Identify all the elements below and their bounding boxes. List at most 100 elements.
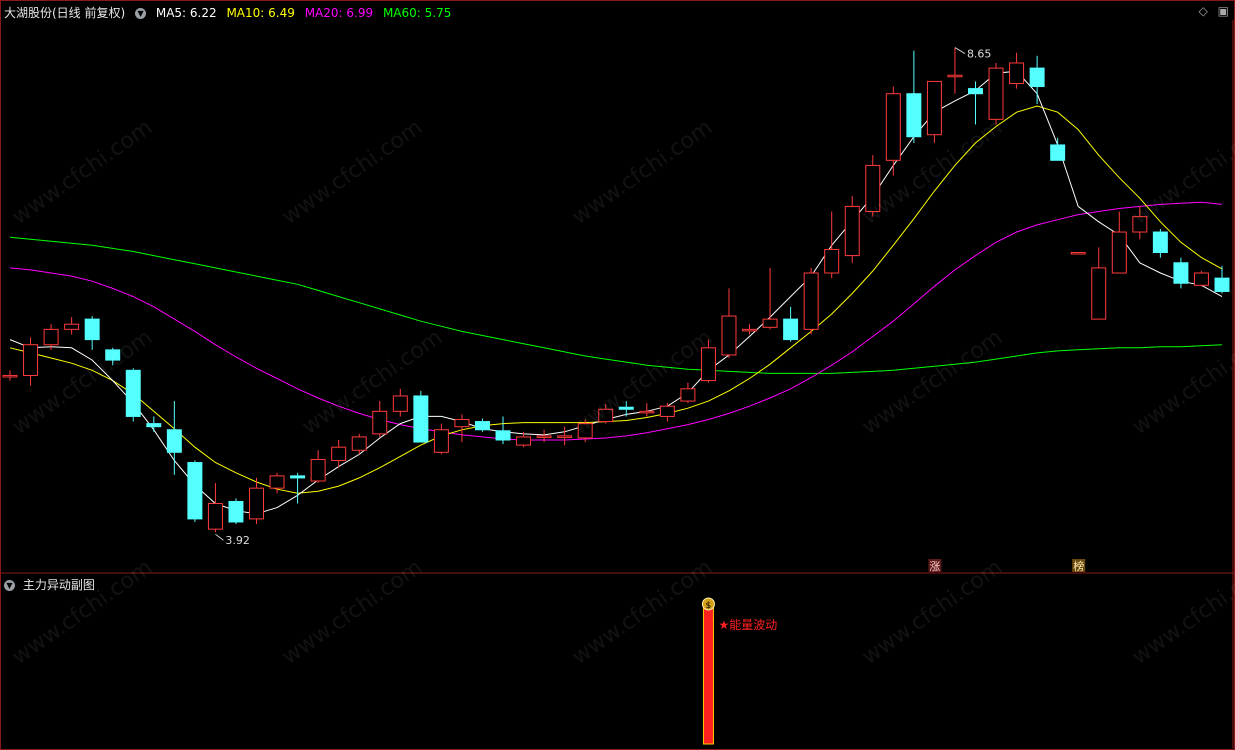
low-pointer <box>215 533 224 541</box>
candle-body <box>228 500 244 523</box>
candle-body <box>1050 144 1066 161</box>
candle <box>105 347 121 366</box>
candle <box>885 86 901 176</box>
candle <box>988 62 1004 125</box>
candle-body <box>454 419 470 428</box>
candles <box>2 47 1230 533</box>
candle <box>166 401 182 475</box>
candle <box>762 267 778 330</box>
candle-body <box>1193 272 1209 286</box>
stock-title[interactable]: 大湖股份(日线 前复权) <box>4 6 125 20</box>
candle-body <box>516 436 532 446</box>
candle-body <box>557 435 573 438</box>
ma5-line <box>9 70 1223 515</box>
ma20-line <box>9 201 1223 441</box>
candle <box>64 317 80 335</box>
ma20-label: MA20: 6.99 <box>304 6 374 20</box>
ma-lines <box>9 70 1223 515</box>
candle-body <box>762 318 778 328</box>
signal-label: ★能量波动 <box>718 618 777 632</box>
candle <box>187 460 203 522</box>
candle-body <box>1070 252 1086 255</box>
candle-body <box>885 93 901 161</box>
candle <box>1070 252 1086 255</box>
candle <box>598 404 614 424</box>
candle <box>865 155 881 217</box>
candle-body <box>166 429 182 453</box>
chart-canvas[interactable]: 8.65 3.92 涨 榜 $ ★能量波动 <box>0 0 1235 750</box>
candle-body <box>2 374 18 378</box>
ma5-label: MA5: 6.22 <box>155 6 217 20</box>
ma60-line <box>9 236 1223 374</box>
dropdown-icon[interactable]: ▼ <box>135 8 147 19</box>
candle-body <box>1214 277 1230 292</box>
candle-body <box>659 405 675 417</box>
candle <box>824 211 840 279</box>
candle <box>413 390 429 443</box>
candle-body <box>207 503 223 530</box>
candle-body <box>824 248 840 274</box>
money-bag-symbol: $ <box>705 601 711 611</box>
candle-body <box>1091 267 1107 320</box>
candle-body <box>680 388 696 402</box>
bang-marker: 榜 <box>1073 559 1084 573</box>
candle-body <box>947 74 963 78</box>
candle-body <box>474 421 490 431</box>
candle <box>1132 206 1148 240</box>
candle <box>1214 265 1230 294</box>
candle <box>659 403 675 422</box>
candle <box>1193 270 1209 287</box>
candle <box>454 414 470 443</box>
candle <box>1009 52 1025 89</box>
diamond-icon[interactable]: ◇ <box>1199 4 1208 18</box>
restore-icon[interactable]: ▣ <box>1218 4 1229 18</box>
low-price-label: 3.92 <box>225 534 250 547</box>
sub-panel-title[interactable]: 主力异动副图 <box>23 578 95 592</box>
candle-body <box>721 315 737 356</box>
candle-body <box>310 458 326 482</box>
candle-body <box>249 487 264 520</box>
candle <box>2 370 18 381</box>
candle <box>474 418 490 432</box>
candle-body <box>577 423 593 439</box>
candle <box>680 382 696 404</box>
zhang-marker: 涨 <box>929 560 940 573</box>
ma10-label: MA10: 6.49 <box>226 6 295 20</box>
candle <box>392 388 408 417</box>
candle-body <box>968 88 983 95</box>
candle <box>433 423 449 455</box>
candle-body <box>865 164 881 213</box>
candle <box>228 498 244 525</box>
ma10-line <box>9 105 1223 494</box>
ma60-label: MA60: 5.75 <box>382 6 452 20</box>
candle-body <box>23 344 39 376</box>
candle <box>1111 211 1127 274</box>
candle-body <box>618 406 634 410</box>
candle-body <box>351 436 367 451</box>
signal-bar <box>702 604 714 745</box>
candle-body <box>700 347 716 382</box>
candle-body <box>105 349 121 361</box>
chart-header: 大湖股份(日线 前复权) ▼ MA5: 6.22 MA10: 6.49 MA20… <box>4 4 457 20</box>
dropdown-icon[interactable]: ▼ <box>4 580 15 591</box>
candle <box>351 433 367 455</box>
candle-body <box>187 462 203 520</box>
candle <box>906 50 922 143</box>
candle <box>249 477 264 525</box>
candle-body <box>433 429 449 453</box>
candle-body <box>906 93 922 138</box>
candle-body <box>84 318 100 341</box>
high-pointer <box>954 47 966 55</box>
candle-body <box>844 205 860 257</box>
candle-body <box>742 328 758 332</box>
candle-body <box>146 423 162 428</box>
candle-body <box>290 475 306 479</box>
candle-body <box>125 369 141 417</box>
candle <box>1152 228 1168 258</box>
candle <box>146 416 162 432</box>
candle-body <box>926 80 942 136</box>
candle-body <box>803 272 819 330</box>
candle <box>783 306 799 342</box>
candle-body <box>783 318 799 341</box>
window-controls: ◇ ▣ <box>1193 4 1229 18</box>
